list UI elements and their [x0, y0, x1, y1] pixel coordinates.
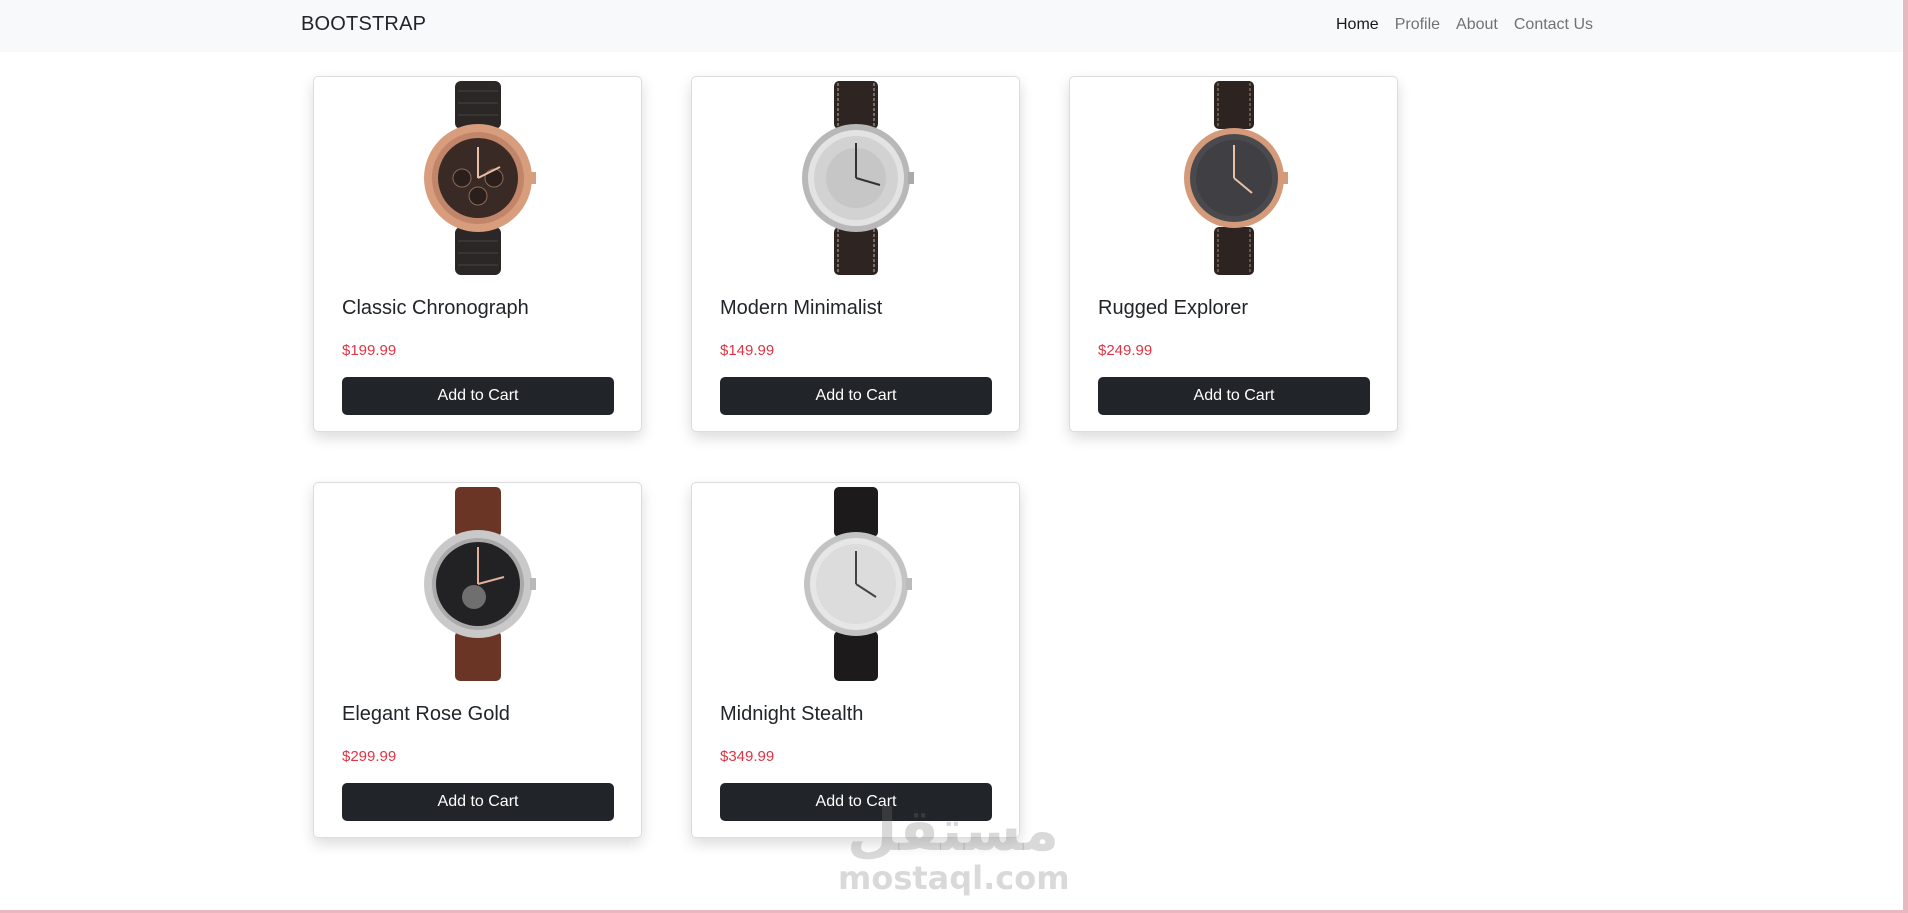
add-to-cart-button[interactable]: Add to Cart: [720, 377, 992, 415]
product-title: Elegant Rose Gold: [342, 703, 510, 725]
watermark-latin: mostaql.com: [838, 859, 1070, 897]
nav-link-contact-us[interactable]: Contact Us: [1514, 16, 1593, 34]
watch-image-classic-chronograph: [423, 81, 536, 275]
right-edge-border: [1903, 0, 1908, 913]
add-to-cart-button[interactable]: Add to Cart: [342, 783, 614, 821]
product-title: Rugged Explorer: [1098, 297, 1249, 319]
product-card-modern-minimalist: Modern Minimalist $149.99 Add to Cart: [691, 76, 1020, 432]
add-to-cart-button[interactable]: Add to Cart: [342, 377, 614, 415]
watermark-arabic: مستقل: [846, 796, 1060, 864]
product-card-classic-chronograph: Classic Chronograph $199.99 Add to Cart: [313, 76, 642, 432]
watch-image-modern-minimalist: [801, 81, 914, 275]
watch-image-midnight-stealth: [803, 487, 912, 681]
product-title: Classic Chronograph: [342, 297, 529, 319]
nav-link-home[interactable]: Home: [1336, 16, 1379, 34]
nav-link-profile[interactable]: Profile: [1395, 16, 1440, 34]
navbar-brand[interactable]: BOOTSTRAP: [301, 13, 426, 36]
product-price: $299.99: [342, 748, 397, 765]
nav-link-about[interactable]: About: [1456, 16, 1498, 34]
nav-links: Home Profile About Contact Us: [1320, 16, 1593, 34]
add-to-cart-button[interactable]: Add to Cart: [1098, 377, 1370, 415]
product-title: Modern Minimalist: [720, 297, 883, 319]
navbar: BOOTSTRAP Home Profile About Contact Us: [0, 0, 1903, 52]
watch-image-rugged-explorer: [1183, 81, 1288, 275]
watch-image-elegant-rose-gold: [423, 487, 536, 681]
product-card-elegant-rose-gold: Elegant Rose Gold $299.99 Add to Cart: [313, 482, 642, 838]
watermark: مستقل mostaql.com: [838, 796, 1070, 900]
product-price: $149.99: [720, 342, 775, 359]
product-price: $199.99: [342, 342, 397, 359]
product-card-midnight-stealth: Midnight Stealth $349.99 Add to Cart: [691, 482, 1020, 838]
product-price: $349.99: [720, 748, 775, 765]
product-price: $249.99: [1098, 342, 1153, 359]
product-title: Midnight Stealth: [720, 703, 864, 725]
product-card-rugged-explorer: Rugged Explorer $249.99 Add to Cart: [1069, 76, 1398, 432]
